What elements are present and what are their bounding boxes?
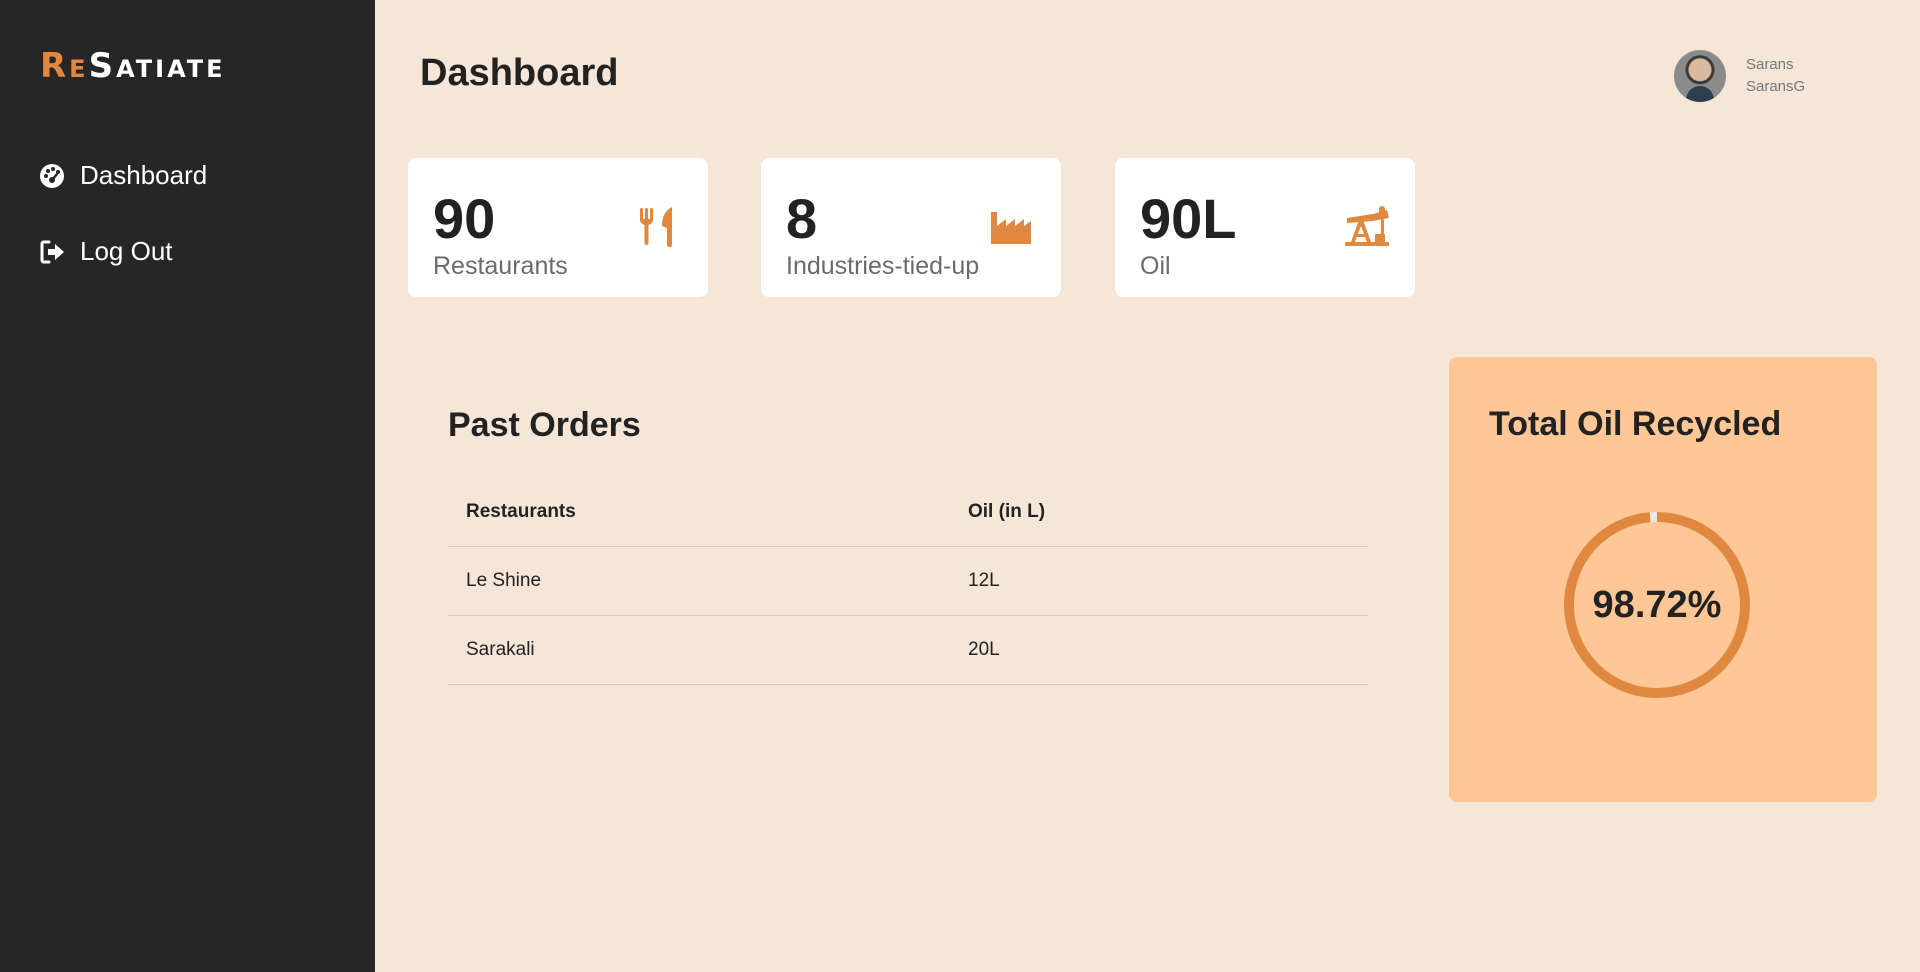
industry-icon: [989, 204, 1033, 248]
gauge-icon: [38, 162, 66, 190]
oil-pump-icon: [1343, 204, 1389, 248]
recycled-percentage: 98.72%: [1592, 583, 1722, 626]
user-profile[interactable]: Sarans SaransG: [1674, 50, 1805, 102]
logo-second-part: Satiate: [88, 46, 226, 86]
avatar[interactable]: [1674, 50, 1726, 102]
stat-label: Industries-tied-up: [786, 252, 980, 280]
logout-icon: [38, 238, 66, 266]
brand-logo[interactable]: ReSatiate: [40, 46, 226, 86]
stat-card-restaurants: 90 Restaurants: [408, 158, 708, 297]
sidebar-item-dashboard[interactable]: Dashboard: [38, 160, 207, 191]
table-row[interactable]: Sarakali 20L: [448, 616, 1368, 685]
stat-label: Restaurants: [433, 252, 568, 280]
sidebar-item-label: Log Out: [80, 236, 173, 266]
table-cell-restaurant: Le Shine: [466, 570, 542, 591]
column-header-oil[interactable]: Oil (in L): [968, 501, 1368, 523]
past-orders-title: Past Orders: [448, 406, 641, 444]
sidebar-item-logout[interactable]: Log Out: [38, 236, 173, 267]
logo-first-part: Re: [40, 46, 89, 86]
user-names: Sarans SaransG: [1746, 54, 1805, 98]
total-oil-recycled-title: Total Oil Recycled: [1489, 405, 1782, 443]
table-cell-oil: 12L: [968, 570, 1000, 591]
user-username: SaransG: [1746, 78, 1806, 95]
table-cell-oil: 20L: [968, 639, 1000, 660]
total-oil-recycled-panel: Total Oil Recycled 98.72%: [1449, 357, 1877, 802]
stat-label: Oil: [1140, 252, 1171, 280]
sidebar: ReSatiate Dashboard Log Out: [0, 0, 375, 972]
table-cell-restaurant: Sarakali: [466, 639, 535, 660]
stat-value: 90L: [1140, 187, 1237, 250]
table-row[interactable]: Le Shine 12L: [448, 547, 1368, 616]
past-orders-table: Restaurants Oil (in L) Le Shine 12L Sara…: [448, 478, 1368, 685]
sidebar-item-label: Dashboard: [80, 160, 208, 190]
column-header-restaurants[interactable]: Restaurants: [448, 501, 968, 523]
stat-card-industries: 8 Industries-tied-up: [761, 158, 1061, 297]
stat-value: 8: [786, 187, 818, 250]
user-name: Sarans: [1746, 56, 1794, 73]
stat-value: 90: [433, 187, 496, 250]
stat-card-oil: 90L Oil: [1115, 158, 1415, 297]
table-header-row: Restaurants Oil (in L): [448, 478, 1368, 547]
utensils-icon: [636, 204, 680, 248]
page-title: Dashboard: [420, 52, 619, 94]
